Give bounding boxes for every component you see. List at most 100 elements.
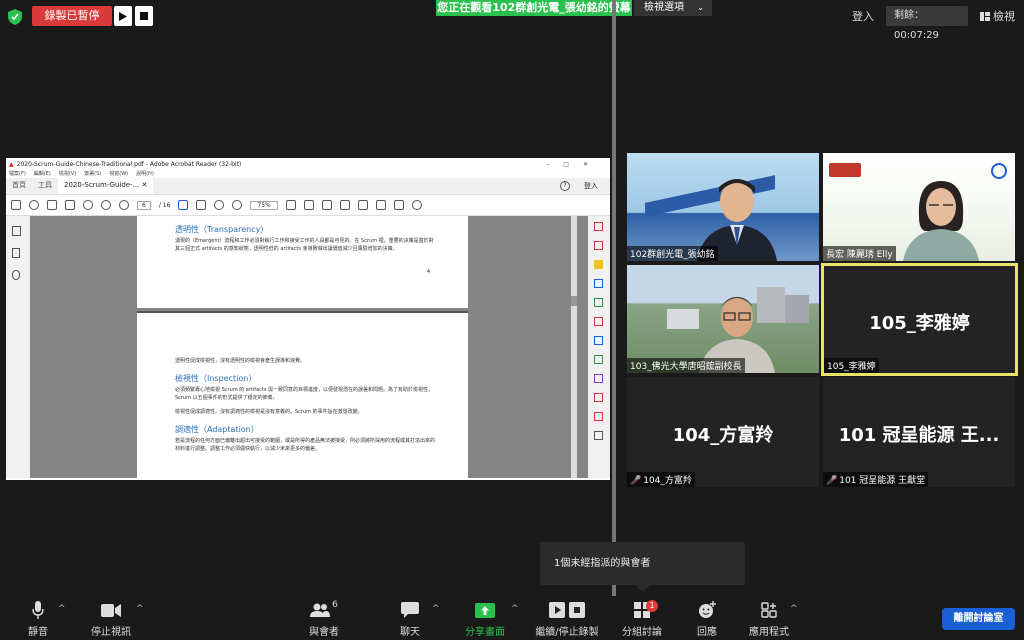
participant-name-tag: 102群創光電_張幼銘 (627, 246, 718, 261)
shield-icon[interactable] (8, 9, 22, 25)
microphone-icon (32, 601, 44, 619)
pages-icon[interactable] (12, 226, 21, 236)
organize-pages-icon[interactable] (594, 298, 603, 307)
view-options-dropdown[interactable]: 檢視選項 ⌄ (634, 0, 712, 16)
zoom-out-icon[interactable] (214, 200, 225, 210)
video-tile[interactable]: 103_佛光大學唐昭鋐副校長 (627, 265, 819, 373)
unassigned-participants-tooltip: 1個未經指派的與會者 (540, 542, 745, 585)
video-tile[interactable]: 102群創光電_張幼銘 (627, 153, 819, 261)
zoom-search-icon[interactable] (83, 200, 93, 210)
window-controls[interactable]: –□✕ (546, 161, 602, 168)
prev-page-icon[interactable] (101, 200, 111, 210)
save-icon[interactable] (11, 200, 21, 210)
scroll-thumb[interactable] (571, 296, 577, 306)
comment-icon[interactable] (303, 200, 314, 210)
participant-display-name: 104_方富羚 (672, 425, 774, 446)
send-icon[interactable] (594, 393, 603, 402)
video-options-caret[interactable]: ^ (136, 604, 144, 614)
close-icon[interactable]: ✕ (142, 181, 148, 189)
zoom-select[interactable]: 75% (250, 200, 278, 210)
participants-icon (310, 603, 331, 617)
share-options-caret[interactable]: ^ (511, 604, 519, 614)
breakout-badge: 1 (646, 600, 658, 612)
page-total: / 16 (158, 201, 171, 209)
share-screen-button[interactable]: 分享畫面 (462, 600, 508, 638)
view-label: 檢視 (993, 10, 1015, 23)
pen-icon[interactable] (339, 200, 350, 210)
edit-pdf-icon[interactable] (594, 317, 603, 326)
tab-document[interactable]: 2020-Scrum-Guide-... ✕ (58, 177, 154, 194)
stop-icon (140, 12, 148, 20)
video-tile[interactable]: 101 冠呈能源 王... 🎤̸ 101 冠呈能源 王獻堂 (823, 377, 1015, 487)
participant-name: 101 冠呈能源 王獻堂 (839, 476, 926, 486)
record-button[interactable]: 繼續/停止錄製 (528, 600, 606, 638)
timer: 剩餘： 00:07:29 (886, 6, 968, 41)
play-icon (549, 602, 565, 618)
help-icon[interactable]: ? (560, 180, 570, 191)
combine-files-icon[interactable] (594, 279, 603, 288)
rotate-icon[interactable] (411, 200, 422, 210)
scan-icon[interactable] (594, 336, 603, 345)
tools-more-icon[interactable] (594, 431, 603, 440)
chat-options-caret[interactable]: ^ (432, 604, 440, 614)
chat-button[interactable]: 聊天 (390, 600, 430, 638)
tab-tools[interactable]: 工具 (32, 177, 58, 194)
zoom-in-icon[interactable] (232, 200, 243, 210)
tab-home[interactable]: 首頁 (6, 177, 32, 194)
sign-icon[interactable] (357, 200, 368, 210)
next-page-icon[interactable] (119, 200, 129, 210)
cursor-icon[interactable] (178, 200, 189, 210)
leave-room-button[interactable]: 離開討論室 (942, 608, 1015, 630)
fill-sign-icon[interactable] (594, 374, 603, 383)
star-icon[interactable] (29, 200, 39, 210)
participant-name: 102群創光電_張幼銘 (630, 250, 715, 260)
video-tile[interactable]: 長宏 陳麗琇 Elly (823, 153, 1015, 261)
print-icon[interactable] (47, 200, 57, 210)
tooltip-arrow (636, 585, 650, 592)
breakout-rooms-button[interactable]: 1 分組討論 (616, 600, 668, 638)
resume-recording-button[interactable] (114, 6, 132, 26)
hand-icon[interactable] (196, 200, 207, 210)
page-current-input[interactable]: 6 (137, 200, 151, 210)
vertical-scrollbar[interactable] (571, 216, 577, 478)
apps-button[interactable]: 應用程式 (748, 600, 790, 638)
export-pdf-icon[interactable] (594, 222, 603, 231)
video-tile[interactable]: 104_方富羚 🎤̸ 104_方富羚 (627, 377, 819, 487)
stop-video-button[interactable]: 停止視訊 (86, 600, 136, 638)
acrobat-title-bar: ▲ 2020-Scrum-Guide-Chinese-Traditional.p… (6, 158, 610, 170)
attachment-icon[interactable] (12, 270, 20, 280)
participants-button[interactable]: 6 與會者 (304, 600, 344, 638)
bookmark-icon[interactable] (12, 248, 20, 258)
stamp-icon[interactable] (375, 200, 386, 210)
stamp-tool-icon[interactable] (594, 412, 603, 421)
fit-page-icon[interactable] (285, 200, 296, 210)
split-divider[interactable] (612, 0, 616, 596)
stop-recording-button[interactable] (135, 6, 153, 26)
recording-status[interactable]: 錄製已暫停 (32, 6, 112, 26)
audio-options-caret[interactable]: ^ (58, 604, 66, 614)
active-speaker-tile[interactable]: 105_李雅婷 105_李雅婷 (821, 263, 1018, 376)
stop-video-label: 停止視訊 (91, 627, 131, 638)
reactions-button[interactable]: 回應 (688, 600, 726, 638)
paragraph: 必須頻繁專心地檢視 Scrum 的 artifacts 與一致同意的目標進度，以… (175, 387, 433, 401)
login-link[interactable]: 登入 (852, 8, 878, 24)
heading-inspection: 檢視性（Inspection） (175, 374, 257, 383)
comment-tool-icon[interactable] (594, 260, 603, 269)
document-view[interactable]: 透明性（Transparency） 湧現的（Emergent）流程和工作必須對執… (6, 216, 610, 480)
view-button[interactable]: 檢視 (980, 8, 1015, 24)
smiley-icon (699, 601, 716, 618)
timer-label: 剩餘： (894, 10, 924, 21)
apps-options-caret[interactable]: ^ (790, 604, 798, 614)
screen-share-banner: 您正在觀看102群創光電_張幼銘的螢幕 (436, 0, 632, 16)
protect-icon[interactable] (594, 355, 603, 364)
participant-name: 105_李雅婷 (827, 362, 876, 372)
play-icon (119, 11, 127, 21)
mute-button[interactable]: 靜音 (18, 600, 58, 638)
mail-icon[interactable] (65, 200, 75, 210)
create-pdf-icon[interactable] (594, 241, 603, 250)
participant-name-tag: 🎤̸ 101 冠呈能源 王獻堂 (823, 472, 929, 487)
highlight-icon[interactable] (321, 200, 332, 210)
acrobat-login[interactable]: 登入 (584, 181, 598, 191)
delete-icon[interactable] (393, 200, 404, 210)
reactions-label: 回應 (697, 627, 717, 638)
